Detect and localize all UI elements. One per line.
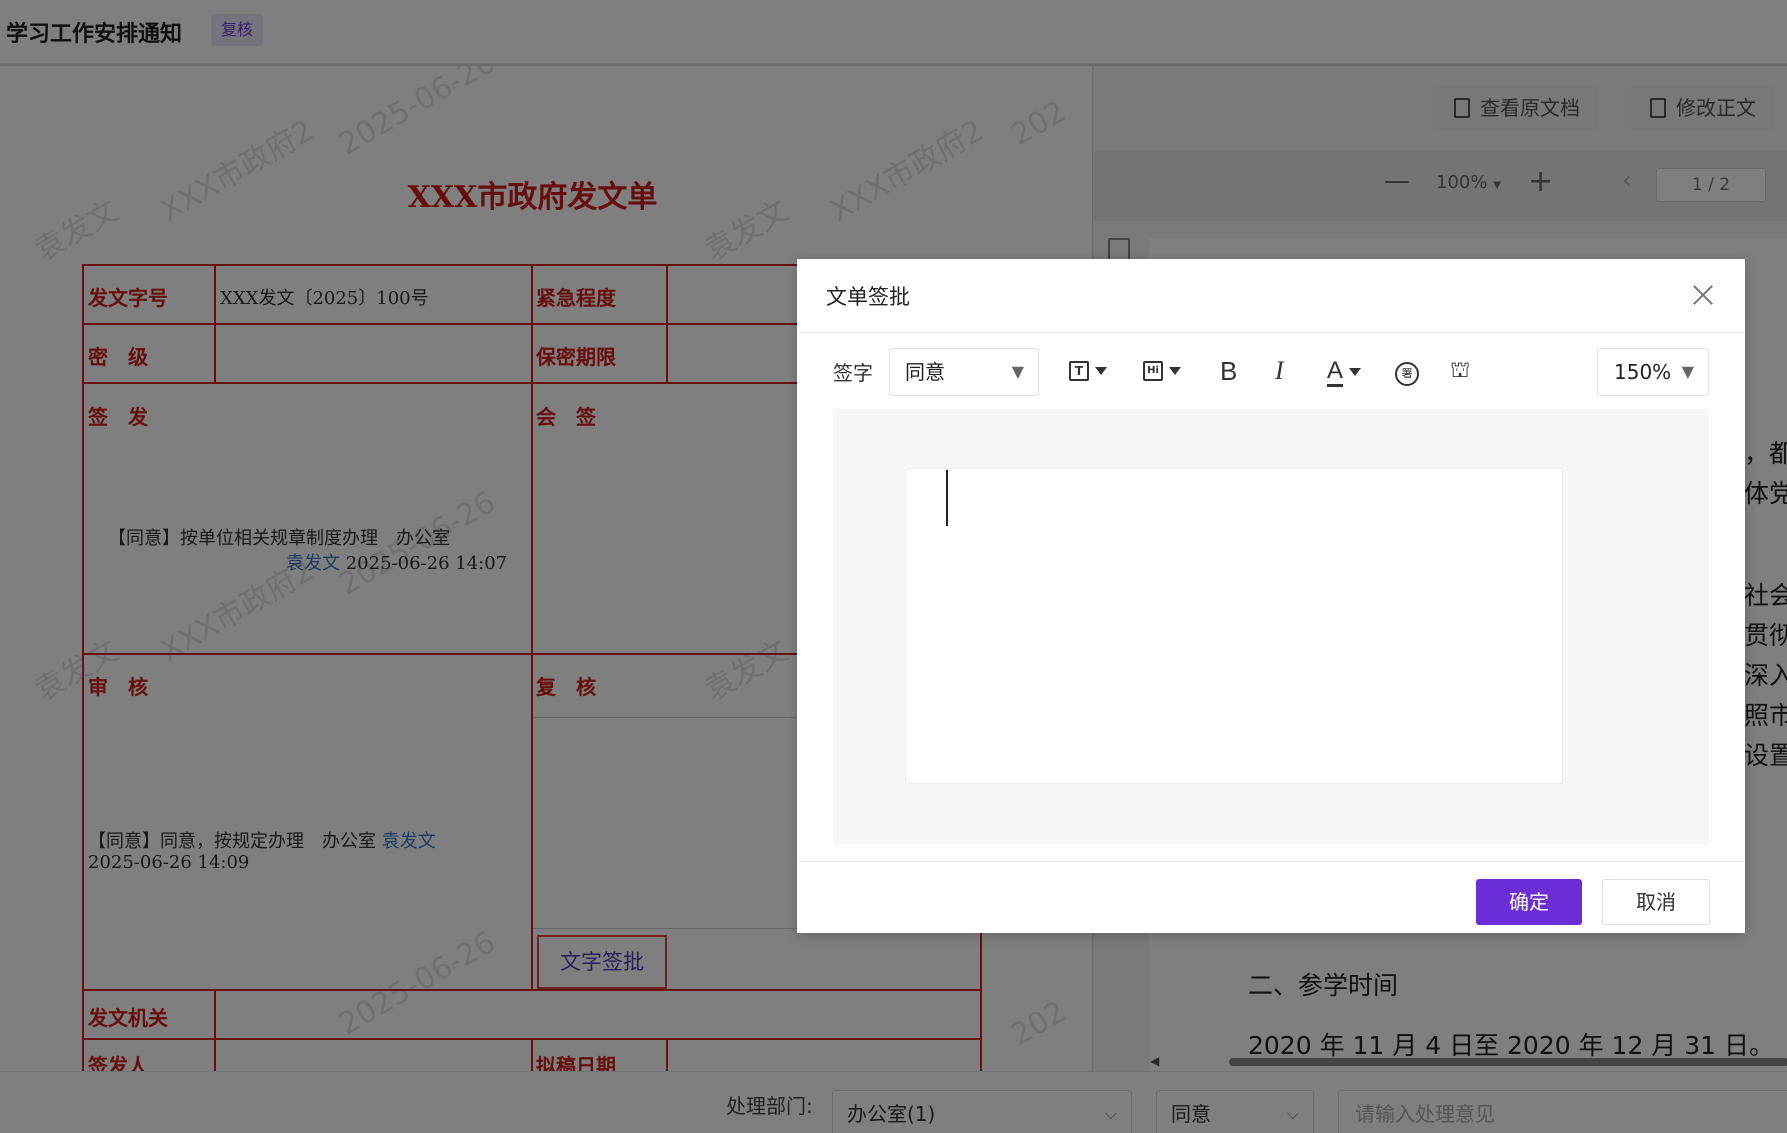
dialog-zoom-value: 150%	[1614, 360, 1672, 384]
dialog-footer: 确定 取消	[797, 861, 1745, 933]
text-tool-button[interactable]: T	[1069, 355, 1107, 387]
text-caret	[946, 470, 948, 526]
handwrite-tool-button[interactable]: Hi	[1143, 355, 1181, 387]
caret-down-icon	[1095, 367, 1107, 375]
stamp-icon: ⛫	[1450, 358, 1471, 383]
sign-preset-value: 同意	[905, 360, 945, 384]
handwrite-icon: Hi	[1143, 361, 1163, 381]
seal-icon: 署	[1395, 362, 1419, 386]
bold-button[interactable]: B	[1220, 355, 1237, 387]
dialog-header: 文单签批	[797, 259, 1745, 333]
sign-label: 签字	[833, 361, 873, 385]
caret-down-icon	[1169, 367, 1181, 375]
confirm-button[interactable]: 确定	[1476, 879, 1582, 925]
font-color-icon: A	[1327, 357, 1344, 387]
caret-down-icon	[1349, 368, 1362, 376]
sign-text-canvas[interactable]	[905, 468, 1563, 784]
font-color-button[interactable]: A	[1327, 355, 1362, 387]
text-box-icon: T	[1069, 361, 1089, 381]
dialog-title: 文单签批	[826, 285, 910, 309]
close-icon[interactable]	[1690, 282, 1716, 308]
seal-button[interactable]: 署	[1395, 355, 1419, 387]
sign-preset-select[interactable]: 同意 ▼	[889, 348, 1039, 396]
stamp-button[interactable]: ⛫	[1450, 355, 1470, 387]
caret-down-icon: ▼	[1011, 362, 1024, 381]
italic-button[interactable]: I	[1275, 355, 1284, 387]
dialog-zoom-select[interactable]: 150% ▼	[1597, 348, 1709, 396]
cancel-button[interactable]: 取消	[1602, 879, 1710, 925]
text-sign-dialog: 文单签批 签字 同意 ▼ T Hi B I A 署 ⛫ 150% ▼ 确定 取消	[797, 259, 1745, 933]
caret-down-icon: ▼	[1681, 362, 1694, 381]
